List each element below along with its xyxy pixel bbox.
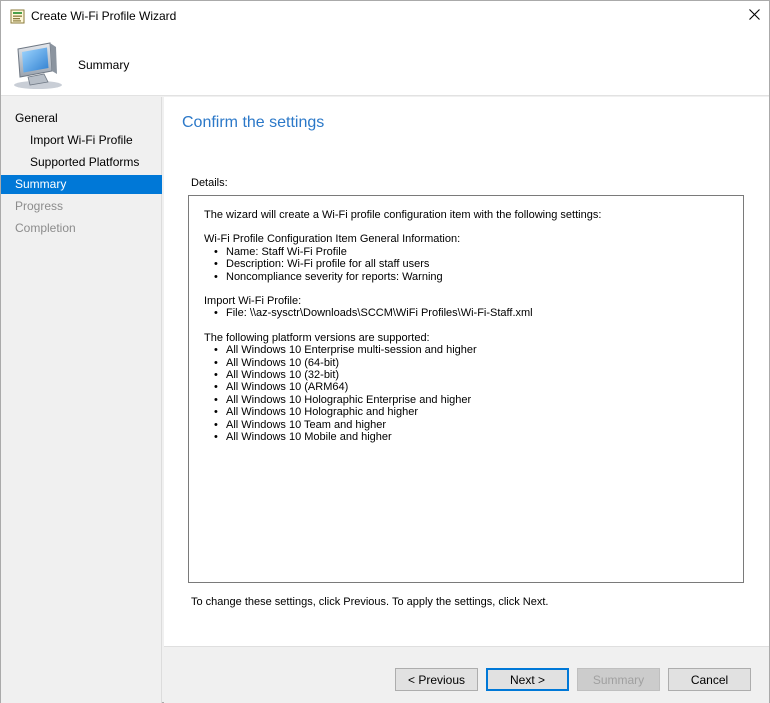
list-item: All Windows 10 (ARM64) — [204, 381, 728, 394]
nav-item-import-wifi-profile[interactable]: Import Wi-Fi Profile — [1, 131, 162, 150]
list-item: Description: Wi-Fi profile for all staff… — [204, 258, 728, 271]
list-item: Name: Staff Wi-Fi Profile — [204, 246, 728, 259]
list-item: All Windows 10 Mobile and higher — [204, 431, 728, 444]
list-item: All Windows 10 Enterprise multi-session … — [204, 344, 728, 357]
footer-note: To change these settings, click Previous… — [191, 596, 549, 608]
wizard-header: Summary — [1, 31, 769, 96]
list-item: All Windows 10 Holographic and higher — [204, 406, 728, 419]
cancel-button[interactable]: Cancel — [668, 668, 751, 691]
nav-item-general[interactable]: General — [1, 109, 162, 128]
nav-item-supported-platforms[interactable]: Supported Platforms — [1, 153, 162, 172]
details-general-heading: Wi-Fi Profile Configuration Item General… — [204, 233, 461, 246]
title-bar: Create Wi-Fi Profile Wizard — [1, 1, 769, 31]
next-button[interactable]: Next > — [486, 668, 569, 691]
nav-item-summary[interactable]: Summary — [1, 175, 162, 194]
summary-button: Summary — [577, 668, 660, 691]
details-import-heading: Import Wi-Fi Profile: — [204, 295, 302, 308]
header-title: Summary — [78, 58, 130, 72]
list-item: All Windows 10 (64-bit) — [204, 357, 728, 370]
details-platforms-heading: The following platform versions are supp… — [204, 331, 430, 344]
close-icon — [748, 9, 760, 23]
details-label: Details: — [191, 177, 228, 189]
details-intro: The wizard will create a Wi-Fi profile c… — [204, 209, 602, 221]
previous-button[interactable]: < Previous — [395, 668, 478, 691]
computer-monitor-icon — [10, 39, 65, 91]
page-title: Confirm the settings — [182, 114, 325, 131]
nav-item-completion: Completion — [15, 221, 76, 235]
details-import-list: File: \\az-sysctr\Downloads\SCCM\WiFi Pr… — [204, 307, 728, 320]
list-item: Noncompliance severity for reports: Warn… — [204, 271, 728, 284]
list-item: All Windows 10 Team and higher — [204, 419, 728, 432]
nav-item-progress: Progress — [15, 199, 64, 213]
close-button[interactable] — [739, 1, 769, 31]
list-item: All Windows 10 (32-bit) — [204, 369, 728, 382]
main-panel: Confirm the settings Details: The wizard… — [164, 97, 769, 646]
details-textbox[interactable]: The wizard will create a Wi-Fi profile c… — [188, 195, 744, 583]
button-bar: < Previous Next > Summary Cancel — [164, 646, 769, 703]
details-general-list: Name: Staff Wi-Fi Profile Description: W… — [204, 246, 728, 284]
details-platforms-list: All Windows 10 Enterprise multi-session … — [204, 344, 728, 444]
window-title: Create Wi-Fi Profile Wizard — [31, 9, 177, 23]
list-item: All Windows 10 Holographic Enterprise an… — [204, 394, 728, 407]
wizard-steps-nav: General Import Wi-Fi Profile Supported P… — [1, 97, 162, 703]
wizard-app-icon — [10, 9, 25, 24]
wizard-window: Create Wi-Fi Profile Wizard Summary Gene… — [0, 0, 770, 703]
list-item: File: \\az-sysctr\Downloads\SCCM\WiFi Pr… — [204, 307, 728, 320]
